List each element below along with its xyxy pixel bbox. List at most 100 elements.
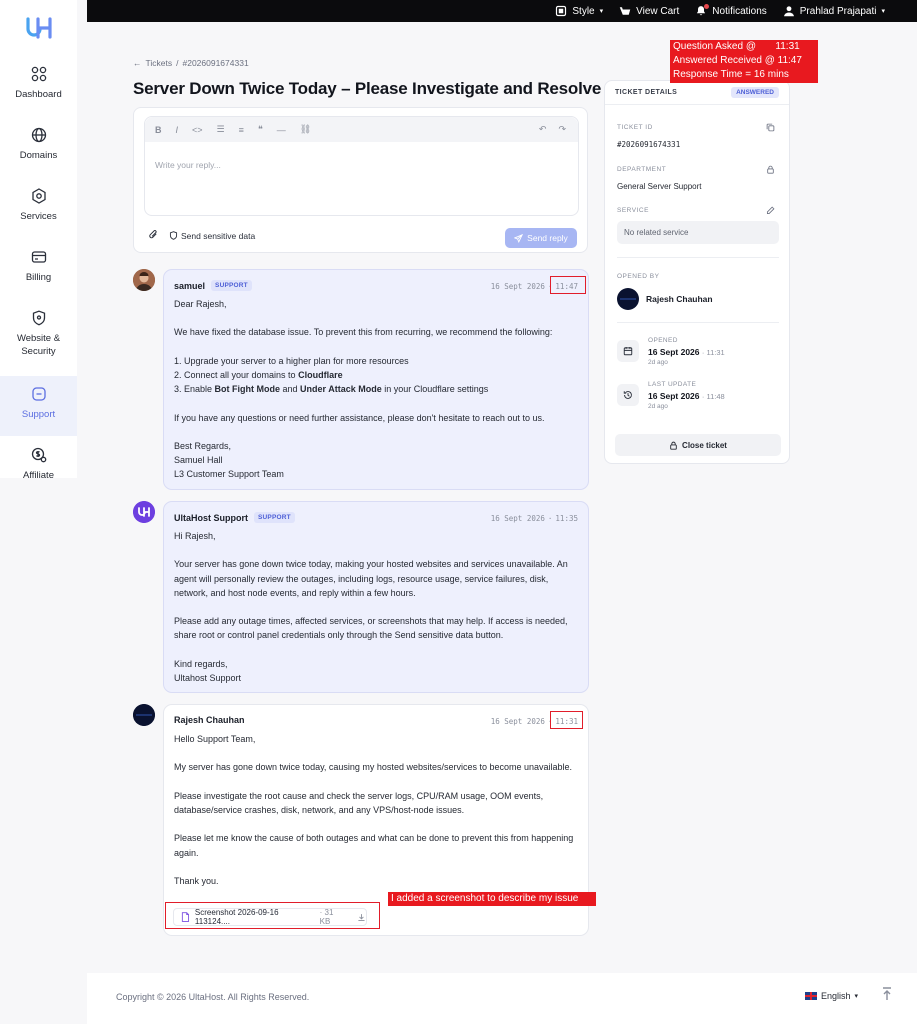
send-icon	[514, 233, 524, 243]
italic-icon[interactable]: I	[176, 125, 179, 135]
breadcrumb: ← Tickets / #2026091674331	[133, 58, 249, 68]
breadcrumb-tickets-link[interactable]: Tickets	[146, 58, 173, 68]
notification-dot	[704, 4, 710, 9]
close-ticket-label: Close ticket	[682, 440, 727, 450]
language-selector[interactable]: English ▾	[805, 991, 858, 1001]
sidebar-item-label: Support	[21, 409, 56, 420]
message-body: Dear Rajesh, We have fixed the database …	[174, 297, 579, 482]
arrow-left-icon[interactable]: ←	[133, 58, 142, 68]
last-update-date: 16 Sept 2026 · 11:48	[648, 391, 725, 401]
message-paragraph: Your server has gone down twice today, m…	[174, 559, 568, 598]
opened-ago: 2d ago	[648, 359, 668, 366]
footer: Copyright © 2026 UltaHost. All Rights Re…	[87, 973, 917, 1024]
shield-icon	[169, 231, 178, 240]
paperclip-icon[interactable]	[148, 229, 159, 242]
message-date: 16 Sept 2026	[490, 717, 545, 726]
ticket-id-label: TICKET ID	[617, 124, 653, 131]
send-sensitive-data-button[interactable]: Send sensitive data	[169, 231, 255, 241]
scroll-to-top-icon[interactable]	[882, 987, 892, 1003]
message-date: 16 Sept 2026	[490, 282, 545, 291]
globe-icon	[31, 127, 46, 143]
avatar-samuel	[133, 269, 155, 291]
horizontal-rule-icon[interactable]: —	[277, 125, 286, 135]
bullet-list-icon[interactable]: ☰	[217, 124, 225, 135]
message-greeting: Hello Support Team,	[174, 734, 256, 744]
screenshot-annotation: I added a screenshot to describe my issu…	[388, 892, 596, 906]
copyright: Copyright © 2026 UltaHost. All Rights Re…	[116, 992, 310, 1002]
sidebar-item-domains[interactable]: Domains	[0, 127, 77, 162]
top-bar: Style ▾ View Cart Notifications Prahlad …	[87, 0, 917, 22]
language-label: English	[821, 991, 851, 1001]
dollar-icon	[31, 447, 46, 463]
message-samuel: samuel SUPPORT 16 Sept 2026 · 11:47 Dear…	[163, 269, 589, 490]
logo-icon	[25, 17, 52, 39]
department-value: General Server Support	[617, 182, 702, 191]
sidebar-item-website-security[interactable]: Website & Security	[0, 310, 77, 359]
avatar	[617, 288, 639, 310]
calendar-icon	[617, 340, 639, 362]
reply-editor[interactable]: B I <> ☰ ≡ ❝ — ⛓ ↶ ↷ Write your reply...	[144, 116, 579, 216]
card-icon	[31, 251, 46, 263]
message-greeting: Hi Rajesh,	[174, 531, 216, 541]
style-label: Style	[572, 5, 595, 17]
notifications-label: Notifications	[712, 5, 767, 17]
redo-icon[interactable]: ↷	[558, 124, 566, 135]
chevron-down-icon: ▾	[881, 8, 885, 15]
sidebar-item-dashboard[interactable]: Dashboard	[0, 66, 77, 101]
sidebar-item-support[interactable]: Support	[0, 376, 77, 436]
message-paragraph: Please let me know the cause of both out…	[174, 833, 574, 858]
sidebar-item-affiliate[interactable]: Affiliate	[0, 447, 77, 478]
ticket-id-value: #2026091674331	[617, 140, 681, 149]
support-badge: SUPPORT	[254, 512, 295, 523]
sidebar-item-label: Dashboard	[15, 89, 62, 100]
opened-date: 16 Sept 2026 · 11:31	[648, 347, 725, 357]
message-signature: Samuel Hall	[174, 455, 223, 466]
no-related-service: No related service	[617, 221, 779, 244]
send-sensitive-label: Send sensitive data	[181, 230, 256, 241]
link-icon[interactable]: ⛓	[300, 124, 311, 135]
message-body: Hi Rajesh, Your server has gone down twi…	[174, 529, 579, 685]
undo-icon[interactable]: ↶	[539, 124, 547, 135]
lock-icon	[767, 165, 774, 174]
support-badge: SUPPORT	[211, 280, 252, 291]
pencil-icon[interactable]	[766, 206, 775, 215]
style-menu[interactable]: Style ▾	[555, 5, 603, 17]
message-greeting: Dear Rajesh,	[174, 299, 227, 309]
chevron-down-icon: ▾	[854, 993, 859, 1000]
copy-icon[interactable]	[766, 123, 775, 132]
code-icon[interactable]: <>	[192, 125, 203, 135]
message-paragraph: We have fixed the database issue. To pre…	[174, 327, 553, 338]
user-menu[interactable]: Prahlad Prajapati ▾	[783, 5, 885, 17]
message-time: 11:35	[555, 514, 578, 523]
message-signature: L3 Customer Support Team	[174, 469, 284, 480]
sidebar-item-billing[interactable]: Billing	[0, 249, 77, 284]
avatar-ultahost	[133, 501, 155, 523]
highlight-box	[165, 902, 380, 929]
sidebar-item-label: Domains	[19, 150, 58, 161]
bold-icon[interactable]: B	[155, 125, 162, 135]
uk-flag-icon	[805, 992, 817, 1000]
send-reply-button[interactable]: Send reply	[505, 228, 577, 248]
opened-by: Rajesh Chauhan	[617, 288, 713, 310]
close-ticket-button[interactable]: Close ticket	[615, 434, 781, 456]
breadcrumb-current: #2026091674331	[182, 58, 249, 68]
message-author: Rajesh Chauhan	[174, 715, 245, 725]
sidebar-item-services[interactable]: Services	[0, 188, 77, 223]
page-title: Server Down Twice Today – Please Investi…	[133, 79, 602, 98]
message-timestamp: 16 Sept 2026 · 11:35	[490, 514, 578, 523]
highlight-box	[550, 276, 586, 294]
sidebar-item-label: Affiliate	[23, 470, 54, 478]
message-paragraph: My server has gone down twice today, cau…	[174, 762, 573, 773]
sidebar-item-label: Billing	[25, 272, 52, 283]
view-cart-link[interactable]: View Cart	[619, 5, 679, 17]
numbered-list-icon[interactable]: ≡	[239, 125, 244, 135]
quote-icon[interactable]: ❝	[258, 124, 263, 135]
message-signature: Kind regards,	[174, 658, 228, 669]
reply-composer: B I <> ☰ ≡ ❝ — ⛓ ↶ ↷ Write your reply...…	[133, 107, 588, 253]
opened-by-label: OPENED BY	[617, 273, 660, 280]
editor-toolbar: B I <> ☰ ≡ ❝ — ⛓ ↶ ↷	[145, 117, 578, 142]
message-list-item: 1. Upgrade your server to a higher plan …	[174, 355, 409, 366]
message-list-item: 3. Enable Bot Fight Mode and Under Attac…	[174, 384, 489, 395]
ultahost-logo[interactable]	[0, 17, 77, 41]
notifications-link[interactable]: Notifications	[695, 4, 767, 17]
